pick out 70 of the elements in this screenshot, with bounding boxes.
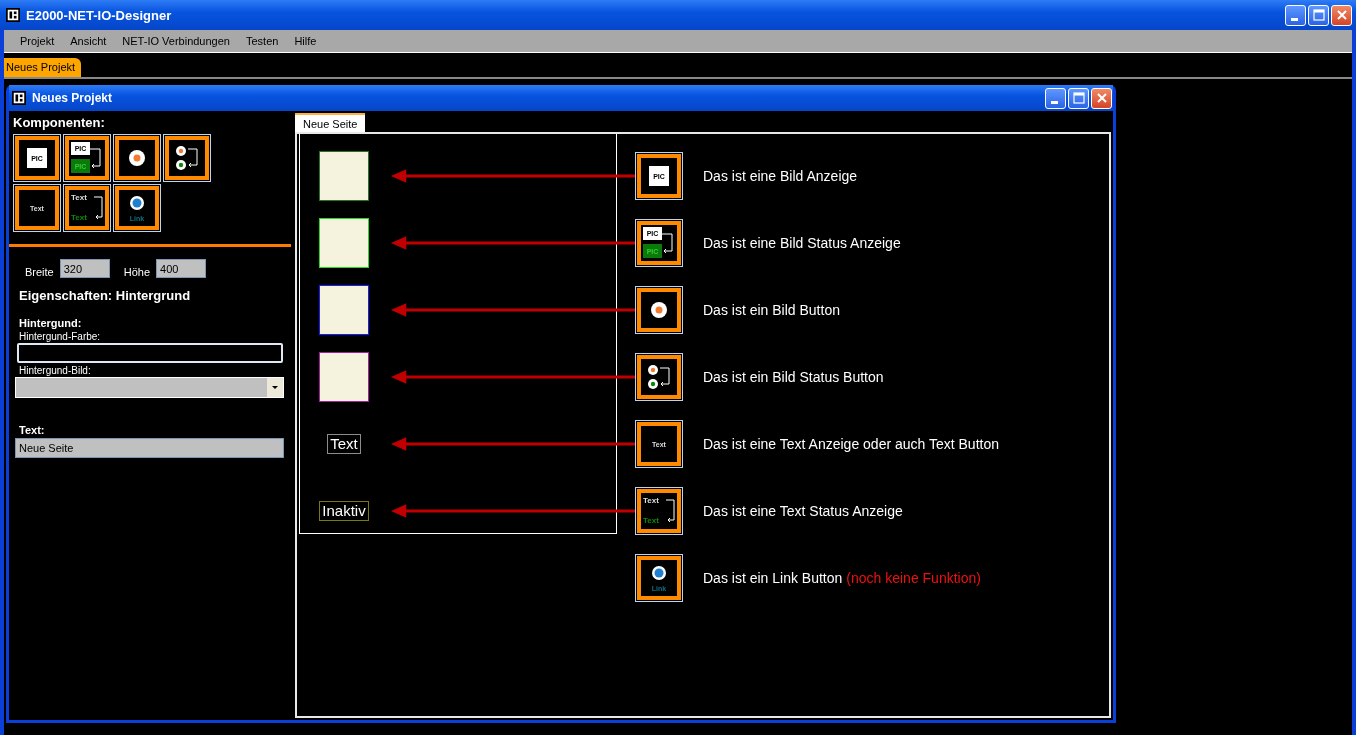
maximize-icon <box>1312 9 1325 21</box>
return-arrow-icon <box>93 196 103 220</box>
radio-dot-icon <box>651 301 667 318</box>
close-button[interactable] <box>1091 87 1112 109</box>
menu-item[interactable]: NET-IO Verbindungen <box>114 35 238 47</box>
close-icon <box>1095 92 1108 104</box>
icon-label: Text <box>71 193 87 202</box>
return-arrow-icon <box>665 499 675 522</box>
description-text: Das ist eine Text Status Anzeige <box>703 502 903 519</box>
picture-icon <box>649 165 669 186</box>
minimize-button[interactable] <box>1285 4 1306 26</box>
description-text: Das ist ein Bild Button <box>703 301 840 318</box>
app-icon <box>6 8 20 22</box>
return-arrow-icon <box>661 233 673 253</box>
width-label: Breite <box>25 265 54 278</box>
return-arrow-icon <box>89 148 101 169</box>
radio-dot-icon <box>130 196 144 210</box>
maximize-button[interactable] <box>1308 4 1329 26</box>
picture-icon <box>27 148 47 168</box>
app-icon <box>12 91 26 105</box>
radio-dot-icon <box>129 150 145 166</box>
description-text: Das ist eine Text Anzeige oder auch Text Button <box>703 435 999 452</box>
description-text: Das ist ein Link Button <box>703 569 843 586</box>
component-button[interactable]: Text Text <box>63 184 111 232</box>
color-field[interactable] <box>17 343 283 363</box>
close-button[interactable] <box>1331 4 1352 26</box>
width-field[interactable]: 320 <box>59 259 110 278</box>
field-label: Hintergund-Farbe: <box>19 331 102 342</box>
caret-icon <box>272 385 278 390</box>
radio-dot-icon <box>648 364 658 375</box>
icon-label: Text <box>643 495 659 505</box>
menu-item[interactable]: Testen <box>237 35 287 47</box>
components-heading: Komponenten: <box>13 115 106 130</box>
maximize-button[interactable] <box>1068 87 1089 109</box>
radio-dot-icon <box>648 378 658 389</box>
page-tab[interactable]: Neue Seite <box>295 113 366 132</box>
icon-label: Text <box>643 515 659 525</box>
component-button[interactable] <box>113 134 161 182</box>
height-field[interactable]: 400 <box>156 259 207 278</box>
icon-label: Text <box>71 213 87 222</box>
return-arrow-icon <box>659 367 670 386</box>
height-label: Höhe <box>123 265 151 278</box>
close-icon <box>1335 9 1348 21</box>
radio-dot-icon <box>176 160 186 170</box>
properties-heading: Eigenschaften: Hintergrund <box>19 288 192 303</box>
text-element: Text <box>327 433 361 454</box>
description-text: Das ist eine Bild Anzeige <box>703 167 858 184</box>
text-field[interactable]: Neue Seite <box>15 438 284 458</box>
section-heading: Hintergund: <box>19 317 83 329</box>
child-window-title: Neues Projekt <box>32 91 113 105</box>
menu-item[interactable]: Projekt <box>12 35 63 47</box>
description-text: Das ist ein Bild Status Button <box>703 368 884 385</box>
component-button[interactable] <box>163 134 211 182</box>
text-element: Inaktiv <box>319 500 369 521</box>
return-arrow-icon <box>187 148 198 168</box>
description-text: Das ist eine Bild Status Anzeige <box>703 234 901 251</box>
note-text: (noch keine Funktion) <box>846 569 981 586</box>
maximize-icon <box>1072 92 1085 104</box>
minimize-button[interactable] <box>1045 87 1066 109</box>
section-heading: Text: <box>19 424 46 436</box>
minimize-icon <box>1290 17 1298 21</box>
minimize-icon <box>1050 100 1058 104</box>
menu-item[interactable]: Ansicht <box>62 35 115 47</box>
document-tab[interactable]: Neues Projekt <box>4 58 82 77</box>
radio-dot-icon <box>652 565 666 580</box>
radio-dot-icon <box>176 146 186 156</box>
field-label: Hintergund-Bild: <box>19 365 92 376</box>
menu-item[interactable]: Hilfe <box>286 35 325 47</box>
window-title: E2000-NET-IO-Designer <box>26 7 172 23</box>
picture-icon <box>643 243 662 258</box>
